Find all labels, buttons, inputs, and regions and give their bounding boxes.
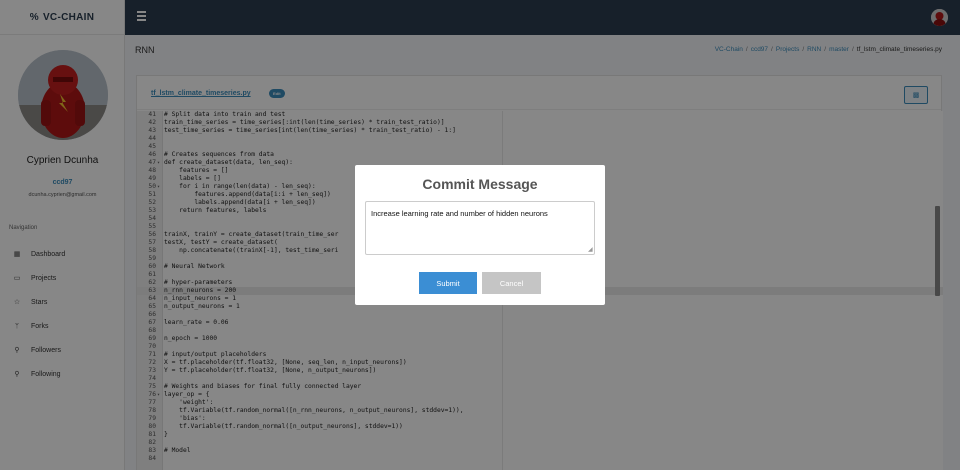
- submit-button[interactable]: Submit: [419, 272, 477, 294]
- resize-grip-icon[interactable]: ◢: [588, 247, 595, 254]
- commit-message-input[interactable]: Increase learning rate and number of hid…: [365, 201, 595, 255]
- dialog-title: Commit Message: [422, 176, 538, 192]
- commit-message-dialog: Commit Message Increase learning rate an…: [355, 165, 605, 305]
- cancel-button[interactable]: Cancel: [482, 272, 541, 294]
